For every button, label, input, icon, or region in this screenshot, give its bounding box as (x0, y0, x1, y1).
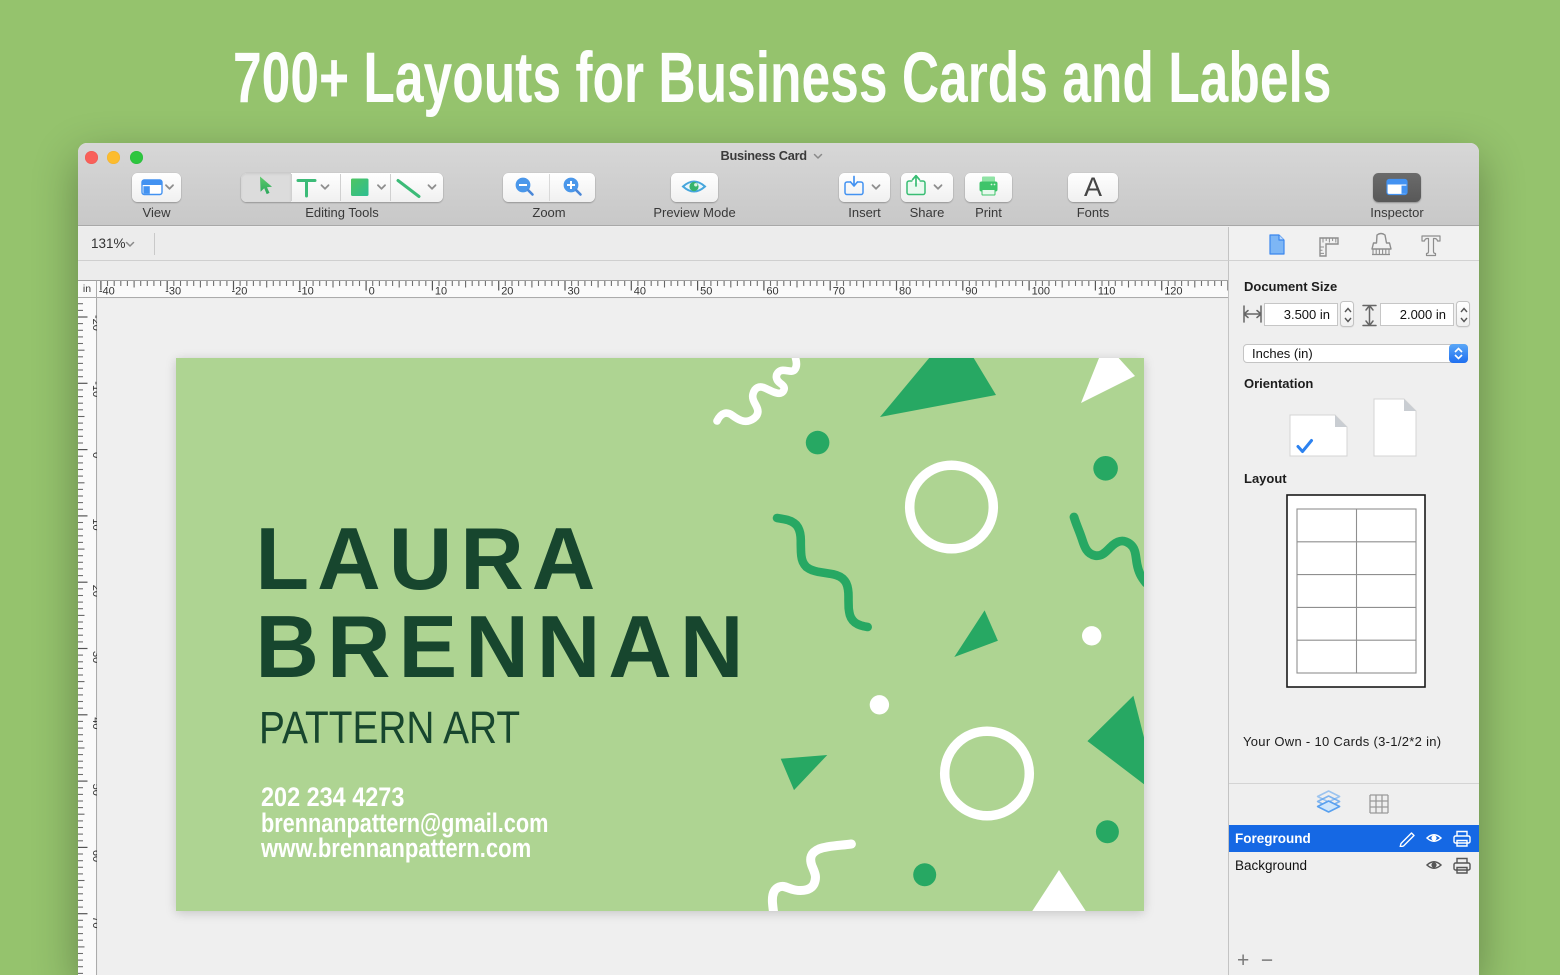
svg-text:100: 100 (1032, 285, 1050, 297)
svg-text:70: 70 (833, 285, 845, 297)
svg-text:0: 0 (369, 285, 375, 297)
svg-text:-10: -10 (298, 285, 314, 297)
svg-text:60: 60 (766, 285, 778, 297)
svg-text:90: 90 (965, 285, 977, 297)
svg-text:10: 10 (435, 285, 447, 297)
svg-text:20: 20 (501, 285, 513, 297)
svg-text:110: 110 (1098, 285, 1116, 297)
svg-text:-30: -30 (165, 285, 181, 297)
svg-text:40: 40 (634, 285, 646, 297)
svg-text:30: 30 (90, 651, 97, 663)
svg-text:30: 30 (568, 285, 580, 297)
svg-text:-20: -20 (90, 315, 97, 331)
svg-text:-20: -20 (232, 285, 248, 297)
svg-text:0: 0 (90, 452, 97, 458)
svg-text:80: 80 (899, 285, 911, 297)
svg-text:70: 70 (90, 916, 97, 928)
svg-text:50: 50 (700, 285, 712, 297)
svg-text:40: 40 (90, 717, 97, 729)
svg-text:120: 120 (1164, 285, 1182, 297)
svg-text:10: 10 (90, 518, 97, 530)
svg-text:-40: -40 (99, 285, 115, 297)
svg-text:60: 60 (90, 849, 97, 861)
svg-text:20: 20 (90, 584, 97, 596)
svg-text:50: 50 (90, 783, 97, 795)
svg-text:-10: -10 (90, 381, 97, 397)
